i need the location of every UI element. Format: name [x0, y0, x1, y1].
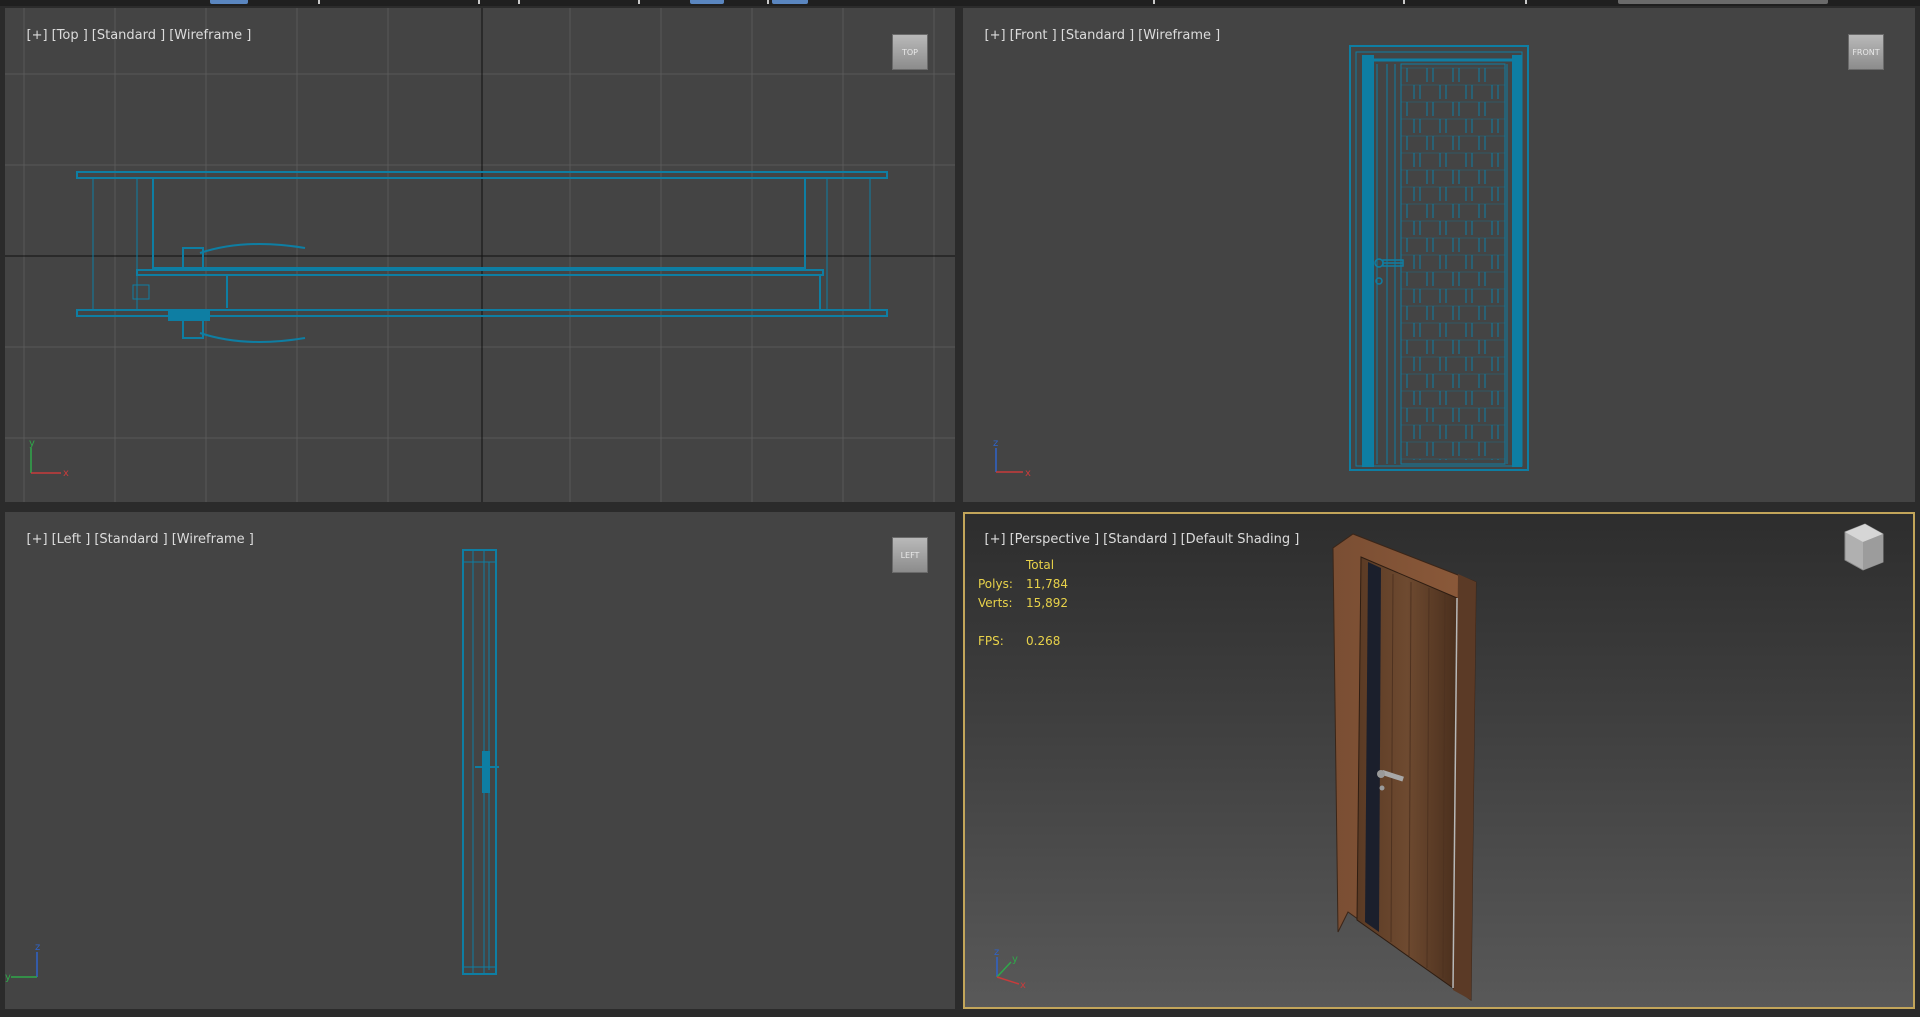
viewport-label[interactable]: [+] [Front ] [Standard ] [Wireframe ]: [968, 13, 1224, 58]
axis-label: x: [63, 468, 69, 479]
toolbar-separator: [638, 0, 640, 4]
stats-fps-label: FPS:: [978, 634, 1004, 648]
viewport-shading-standard[interactable]: [Standard ]: [1061, 28, 1134, 43]
viewport-shading-mode[interactable]: [Wireframe ]: [172, 532, 254, 547]
stats-polys-value: 11,784: [1026, 577, 1068, 591]
stats-header: Total: [1026, 558, 1055, 572]
toolbar-tab[interactable]: [690, 0, 724, 4]
axis-label: z: [993, 438, 998, 449]
viewport-shading-standard[interactable]: [Standard ]: [94, 532, 167, 547]
viewport-top[interactable]: y x [+] [Top ] [Standard ] [Wireframe ] TOP: [5, 8, 955, 502]
viewport-label[interactable]: [+] [Top ] [Standard ] [Wireframe ]: [10, 13, 255, 58]
viewport-shading-mode[interactable]: [Wireframe ]: [1138, 28, 1220, 43]
axis-label: x: [1025, 468, 1031, 479]
left-wireframe-canvas: z y: [5, 549, 499, 983]
axis-label: x: [1020, 980, 1026, 991]
axis-label: z: [35, 942, 40, 953]
viewport-shading-standard[interactable]: [Standard ]: [92, 28, 165, 43]
viewport-left[interactable]: z y [+] [Left ] [Standard ] [Wireframe ] LE…: [5, 512, 955, 1009]
viewcube-front-icon[interactable]: FRONT: [1848, 34, 1884, 70]
toolbar-separator: [1153, 0, 1155, 4]
stats-fps-value: 0.268: [1026, 634, 1061, 648]
top-wireframe-canvas: y x: [5, 8, 955, 502]
viewport-shading-standard[interactable]: [Standard ]: [1103, 532, 1176, 547]
statistics-overlay: Total Polys: 11,784 Verts: 15,892 FPS: 0.26…: [978, 556, 1068, 651]
perspective-door-canvas: z y x: [994, 533, 1477, 1001]
viewcube-top-icon[interactable]: TOP: [892, 34, 928, 70]
toolbar-separator: [1403, 0, 1405, 4]
viewport-menu-plus[interactable]: [+]: [27, 28, 48, 43]
toolbar-separator: [767, 0, 769, 4]
axis-label: y: [29, 438, 35, 449]
axis-label: y: [1012, 954, 1018, 965]
stats-verts-label: Verts:: [978, 596, 1013, 610]
viewport-shading-mode[interactable]: [Wireframe ]: [169, 28, 251, 43]
toolbar-strip: [0, 0, 1920, 6]
viewport-label[interactable]: [+] [Left ] [Standard ] [Wireframe ]: [10, 517, 258, 562]
stats-verts-value: 15,892: [1026, 596, 1068, 610]
viewport-view-name[interactable]: [Front ]: [1010, 28, 1057, 43]
axis-label: y: [5, 972, 11, 983]
viewport-front[interactable]: z x [+] [Front ] [Standard ] [Wireframe ] F…: [963, 8, 1915, 502]
viewport-view-name[interactable]: [Top ]: [52, 28, 88, 43]
viewport-view-name[interactable]: [Left ]: [52, 532, 91, 547]
toolbar-dropdown[interactable]: [1618, 0, 1828, 4]
toolbar-tab[interactable]: [772, 0, 808, 4]
toolbar-separator: [518, 0, 520, 4]
stats-polys-label: Polys:: [978, 577, 1013, 591]
viewport-menu-plus[interactable]: [+]: [985, 28, 1006, 43]
toolbar-separator: [478, 0, 480, 4]
viewcube-left-icon[interactable]: LEFT: [892, 537, 928, 573]
viewport-menu-plus[interactable]: [+]: [27, 532, 48, 547]
toolbar-separator: [318, 0, 320, 4]
axis-label: z: [994, 947, 999, 958]
viewport-menu-plus[interactable]: [+]: [985, 532, 1006, 547]
viewport-shading-mode[interactable]: [Default Shading ]: [1181, 532, 1300, 547]
viewport-view-name[interactable]: [Perspective ]: [1010, 532, 1100, 547]
toolbar-tab[interactable]: [210, 0, 248, 4]
front-wireframe-canvas: z x: [993, 45, 1529, 479]
viewport-perspective[interactable]: z y x [+] [Perspective ] [Standard ] [Defau…: [963, 512, 1915, 1009]
toolbar-separator: [1525, 0, 1527, 4]
